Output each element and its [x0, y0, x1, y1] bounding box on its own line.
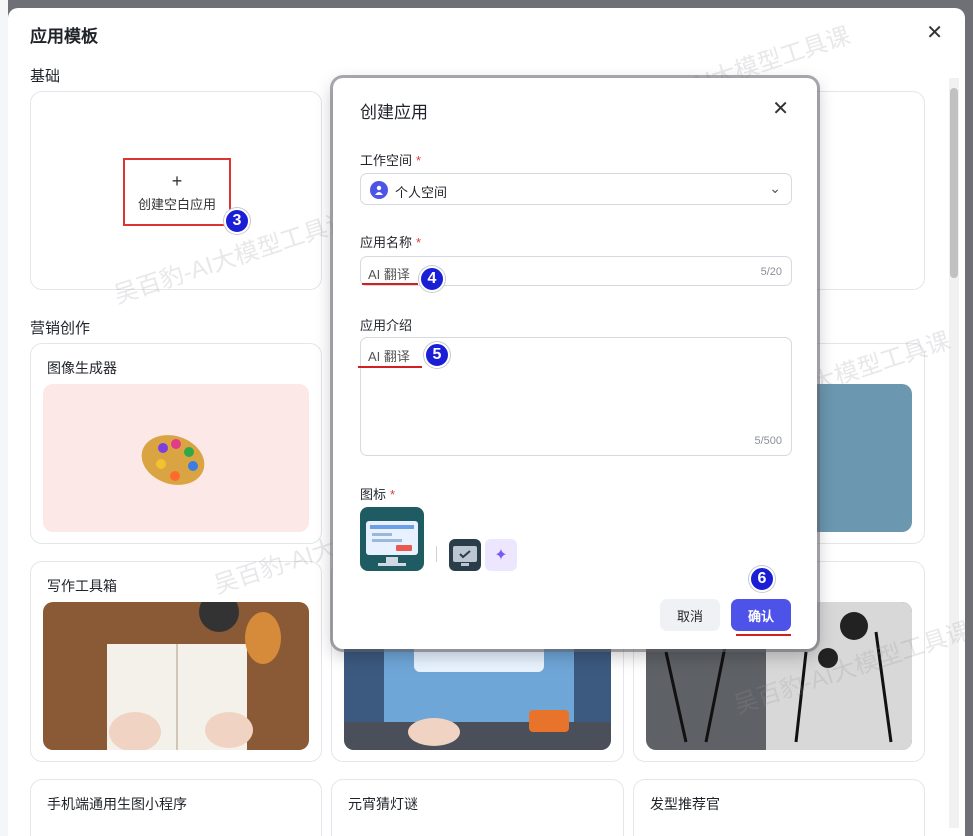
modal-scrollbar[interactable]	[949, 78, 959, 828]
user-icon	[370, 181, 388, 199]
palette-thumbnail	[43, 384, 309, 532]
template-card-writing-toolbox[interactable]: 写作工具箱	[30, 561, 322, 762]
step-badge-6: 6	[749, 566, 775, 592]
scroll-thumb[interactable]	[950, 88, 958, 278]
section-marketing: 营销创作	[30, 320, 91, 337]
section-basic: 基础	[30, 68, 61, 85]
monitor-icon[interactable]	[360, 507, 424, 571]
writing-thumbnail	[43, 602, 309, 750]
template-card-image-generator[interactable]: 图像生成器	[30, 343, 322, 544]
card-title: 元宵猜灯谜	[348, 796, 418, 812]
plus-icon: +	[171, 170, 183, 191]
highlight-underline	[358, 366, 422, 368]
dialog-title: 创建应用	[360, 103, 428, 122]
sparkle-generate-icon[interactable]: ✦	[485, 539, 517, 571]
confirm-button[interactable]: 确认	[731, 599, 791, 631]
close-icon[interactable]: ✕	[926, 20, 943, 45]
card-title: 图像生成器	[47, 360, 117, 376]
blank-app-card[interactable]: + 创建空白应用 3	[30, 91, 322, 290]
monitor-check-icon[interactable]	[449, 539, 481, 571]
divider	[436, 546, 437, 562]
card-title: 手机端通用生图小程序	[47, 796, 187, 812]
create-app-dialog: 创建应用 ✕ 工作空间 * 个人空间 ⌄ 应用名称 * AI 翻译 5/20 4 应…	[333, 78, 817, 649]
app-name-counter: 5/20	[760, 266, 782, 278]
app-intro-value: AI 翻译	[368, 349, 410, 364]
template-card-lantern-riddle[interactable]: 元宵猜灯谜	[331, 779, 624, 836]
card-title: 发型推荐官	[650, 796, 720, 812]
step-badge-4: 4	[419, 266, 445, 292]
workspace-select[interactable]: 个人空间 ⌄	[360, 173, 792, 205]
workspace-label: 工作空间 *	[360, 153, 422, 168]
cancel-button[interactable]: 取消	[660, 599, 720, 631]
template-card-hairstyle[interactable]: 发型推荐官	[633, 779, 925, 836]
chevron-down-icon: ⌄	[769, 180, 781, 196]
step-badge-5: 5	[424, 342, 450, 368]
app-name-value: AI 翻译	[368, 267, 410, 282]
workspace-value: 个人空间	[395, 185, 448, 200]
highlight-underline	[736, 634, 791, 636]
create-blank-app-label: 创建空白应用	[137, 196, 216, 212]
app-intro-label: 应用介绍	[360, 318, 413, 333]
create-blank-app-button[interactable]: + 创建空白应用	[123, 158, 231, 226]
highlight-underline	[362, 283, 418, 285]
background-page	[0, 0, 8, 836]
close-icon[interactable]: ✕	[772, 96, 789, 121]
step-badge-3: 3	[224, 208, 250, 234]
app-name-label: 应用名称 *	[360, 235, 422, 250]
icon-label: 图标 *	[360, 487, 396, 502]
app-intro-counter: 5/500	[754, 435, 782, 447]
modal-title: 应用模板	[30, 27, 98, 46]
template-card-mobile-image[interactable]: 手机端通用生图小程序	[30, 779, 322, 836]
card-title: 写作工具箱	[47, 578, 117, 594]
